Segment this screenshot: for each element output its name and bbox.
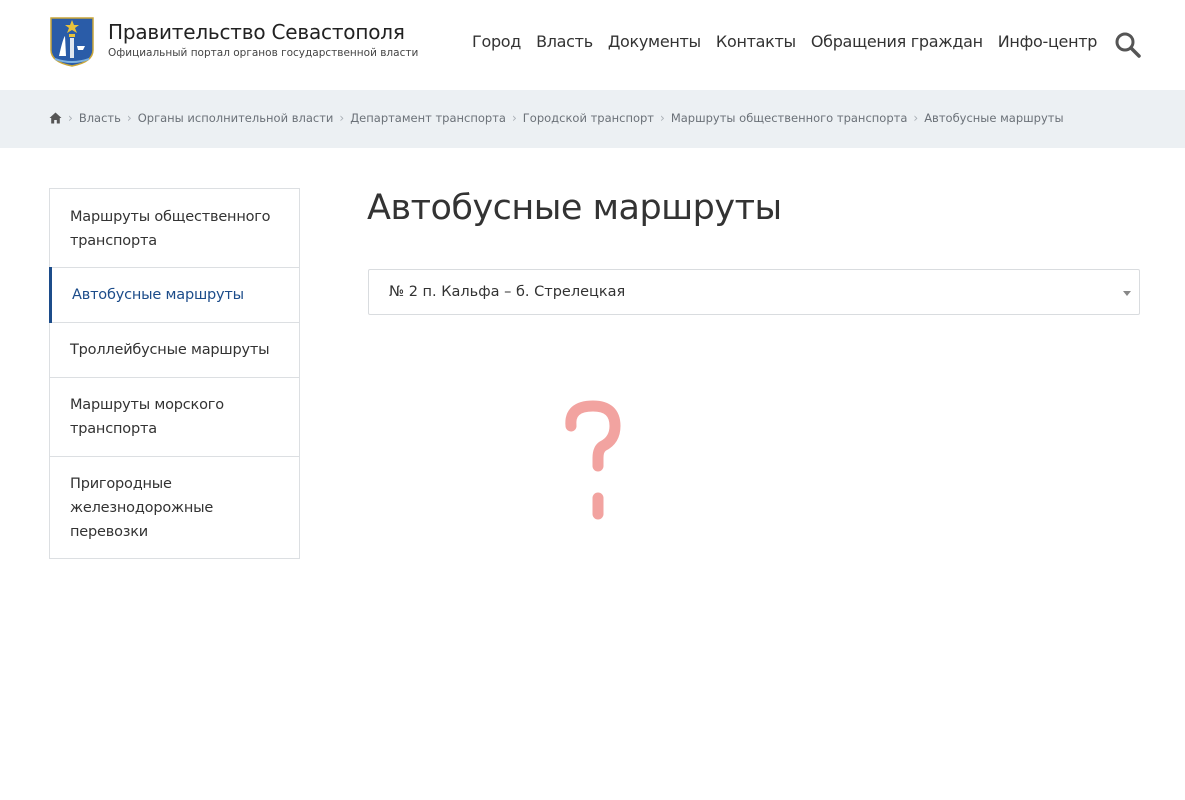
breadcrumb-item[interactable]: Городской транспорт	[523, 111, 654, 125]
sidebar-item-public-transport-routes[interactable]: Маршруты общественного транспорта	[50, 189, 299, 268]
breadcrumb-item[interactable]: Власть	[79, 111, 121, 125]
site-title[interactable]: Правительство Севастополя	[108, 20, 405, 44]
route-select[interactable]: № 2 п. Кальфа – б. Стрелецкая	[368, 269, 1140, 315]
home-icon[interactable]	[49, 112, 62, 124]
chevron-right-icon: ›	[339, 111, 345, 125]
nav-item-citizen-appeals[interactable]: Обращения граждан	[811, 32, 983, 51]
sevastopol-coat-of-arms-icon[interactable]	[49, 16, 95, 68]
breadcrumb-bar: › Власть › Органы исполнительной власти …	[0, 90, 1185, 148]
chevron-right-icon: ›	[68, 111, 73, 125]
breadcrumb-item[interactable]: Маршруты общественного транспорта	[671, 111, 908, 125]
sidebar-item-suburban-railway[interactable]: Пригородные железнодорожные перевозки	[50, 457, 299, 558]
sidebar-item-bus-routes[interactable]: Автобусные маршруты	[49, 267, 299, 323]
breadcrumb-current: Автобусные маршруты	[924, 111, 1064, 125]
site-header: Правительство Севастополя Официальный по…	[0, 0, 1185, 90]
nav-item-info-center[interactable]: Инфо-центр	[998, 32, 1098, 51]
nav-item-documents[interactable]: Документы	[608, 32, 701, 51]
sidebar-menu: Маршруты общественного транспорта Автобу…	[49, 188, 300, 559]
page-title: Автобусные маршруты	[367, 188, 782, 228]
question-mark-icon	[565, 400, 621, 520]
nav-item-city[interactable]: Город	[472, 32, 521, 51]
breadcrumb-item[interactable]: Органы исполнительной власти	[138, 111, 334, 125]
nav-item-government[interactable]: Власть	[536, 32, 593, 51]
route-select-value: № 2 п. Кальфа – б. Стрелецкая	[389, 284, 626, 300]
nav-item-contacts[interactable]: Контакты	[716, 32, 796, 51]
main-nav: Город Власть Документы Контакты Обращени…	[472, 32, 1097, 51]
chevron-right-icon: ›	[913, 111, 919, 125]
chevron-right-icon: ›	[511, 111, 517, 125]
chevron-right-icon: ›	[660, 111, 665, 125]
sidebar-item-sea-transport-routes[interactable]: Маршруты морского транспорта	[50, 378, 299, 457]
breadcrumb: › Власть › Органы исполнительной власти …	[49, 111, 1064, 125]
breadcrumb-item[interactable]: Департамент транспорта	[350, 111, 506, 125]
search-icon[interactable]	[1114, 31, 1142, 59]
caret-down-icon	[1123, 291, 1131, 296]
chevron-right-icon: ›	[126, 111, 132, 125]
sidebar-item-trolleybus-routes[interactable]: Троллейбусные маршруты	[50, 323, 299, 378]
site-subtitle: Официальный портал органов государственн…	[108, 47, 419, 59]
